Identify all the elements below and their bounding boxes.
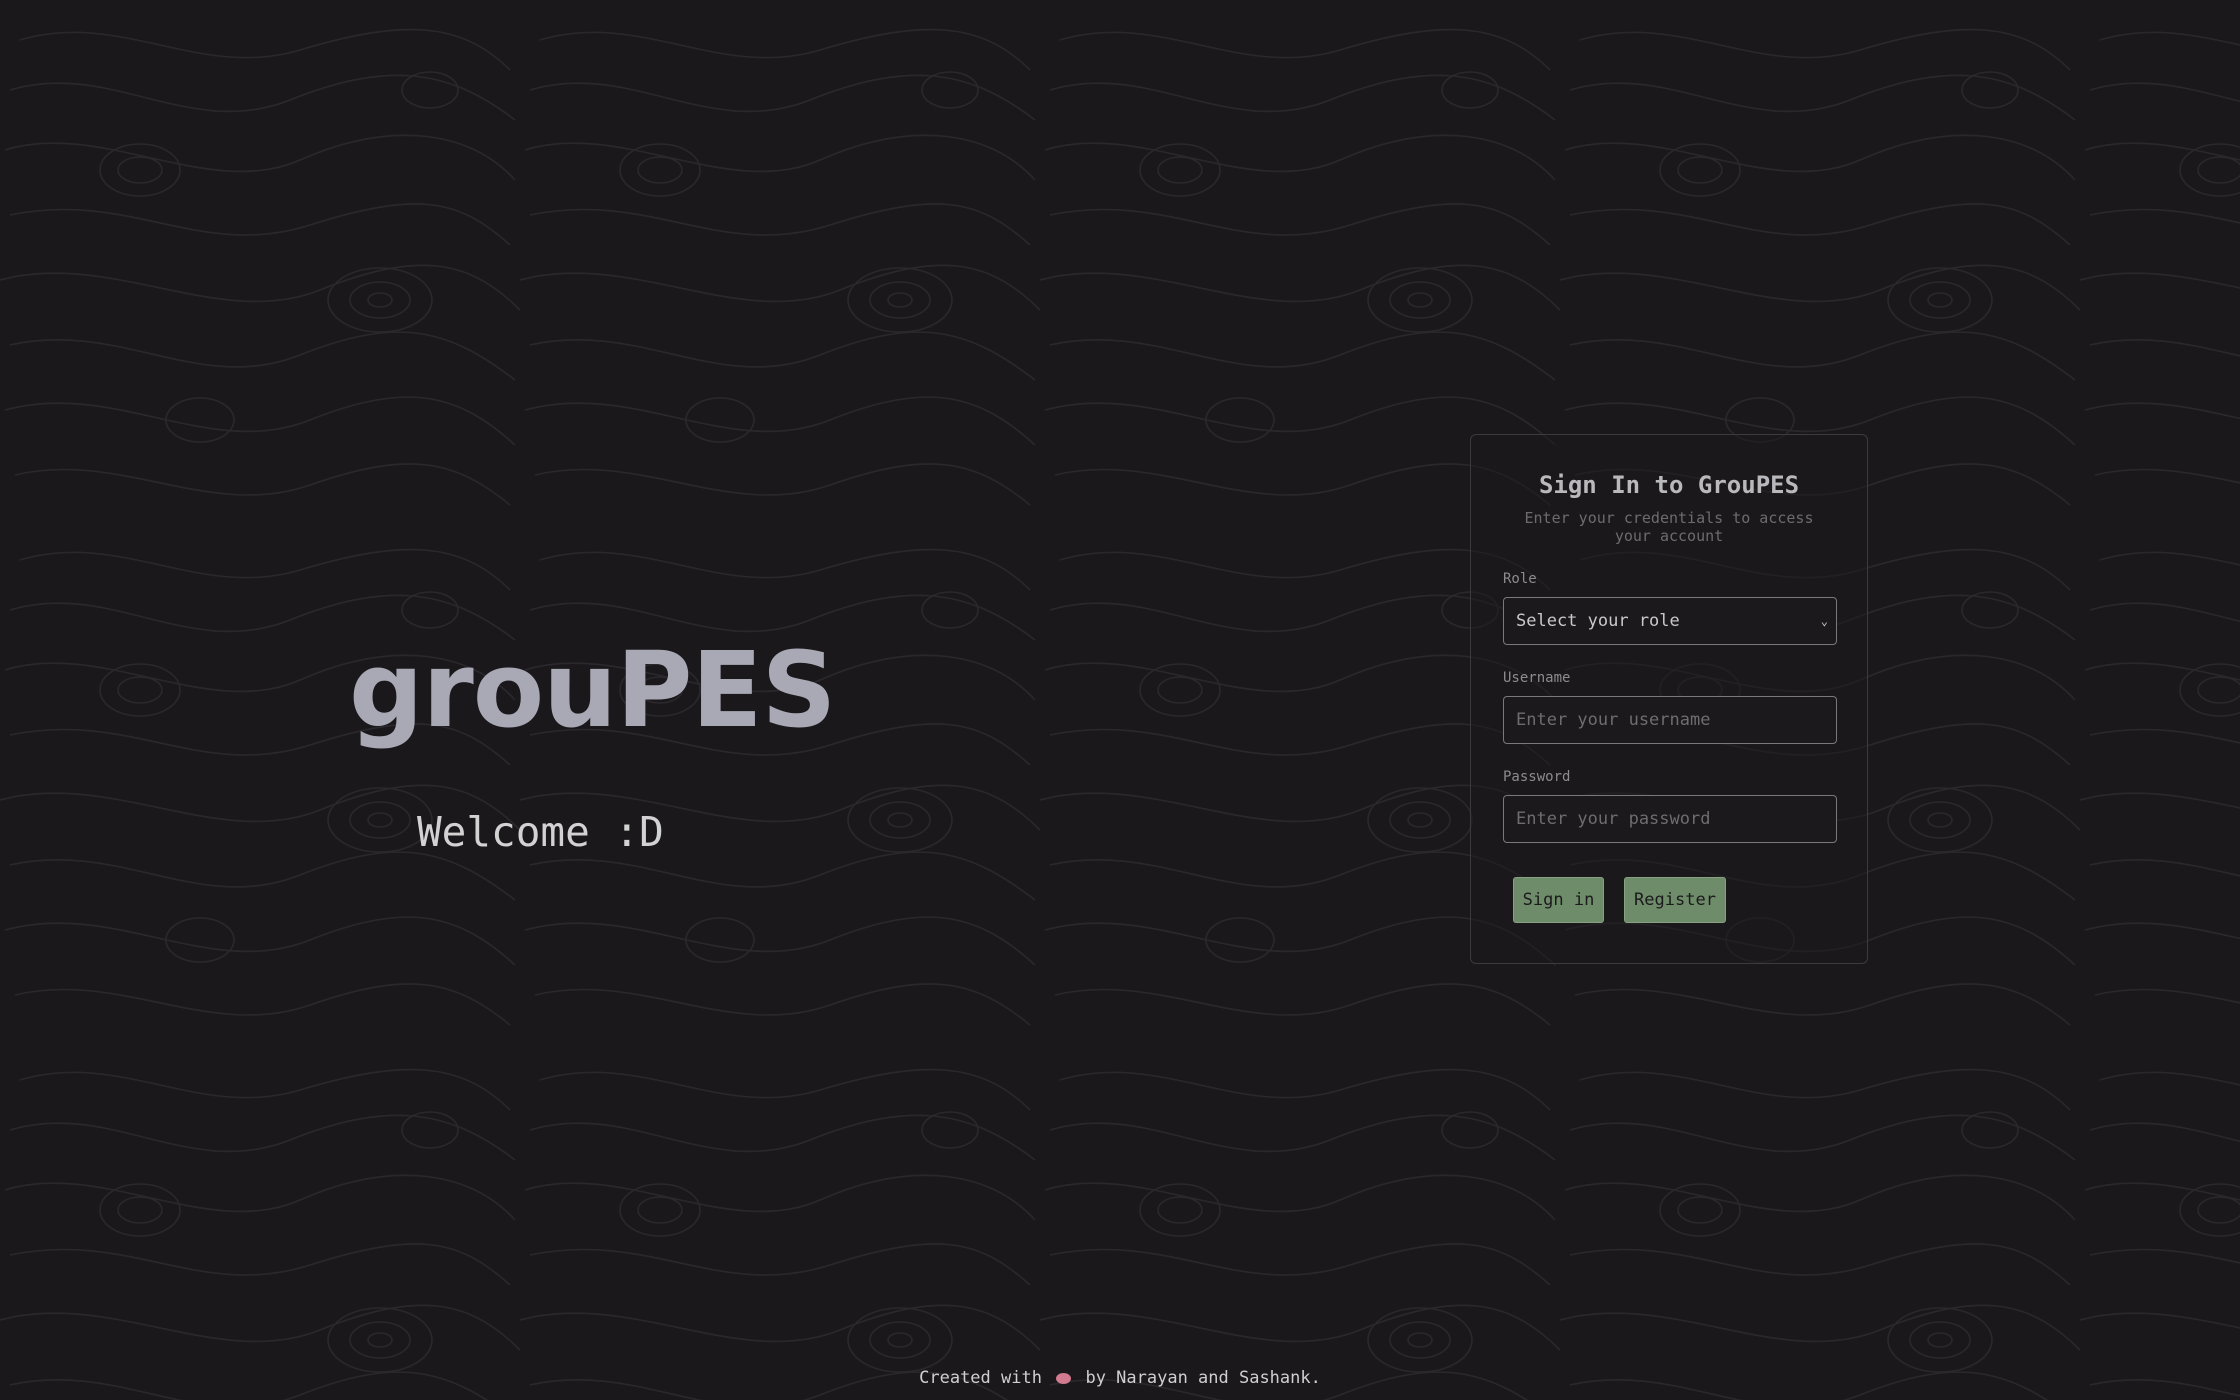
- signin-button[interactable]: Sign in: [1513, 877, 1604, 923]
- password-input[interactable]: [1503, 795, 1837, 843]
- role-label: Role: [1503, 571, 1537, 587]
- welcome-message: Welcome :D: [417, 808, 664, 856]
- register-button[interactable]: Register: [1624, 877, 1726, 923]
- footer-suffix: by Narayan and Sashank.: [1085, 1368, 1321, 1388]
- footer-credits: Created with by Narayan and Sashank.: [0, 1368, 2240, 1388]
- username-input[interactable]: [1503, 696, 1837, 744]
- chevron-down-icon: ⌄: [1820, 614, 1828, 628]
- role-select[interactable]: Select your role ⌄: [1503, 597, 1837, 645]
- signin-subtitle: Enter your credentials to access your ac…: [1524, 509, 1814, 545]
- heart-icon: [1056, 1372, 1072, 1384]
- username-label: Username: [1503, 670, 1571, 686]
- topographic-background: [0, 0, 2240, 1400]
- signin-title: Sign In to GrouPES: [1538, 471, 1800, 499]
- role-select-value: Select your role: [1516, 611, 1680, 631]
- signin-card: Sign In to GrouPES Enter your credential…: [1470, 434, 1868, 964]
- footer-prefix: Created with: [919, 1368, 1042, 1388]
- password-label: Password: [1503, 769, 1571, 785]
- app-logo-title: grouPES: [349, 629, 836, 751]
